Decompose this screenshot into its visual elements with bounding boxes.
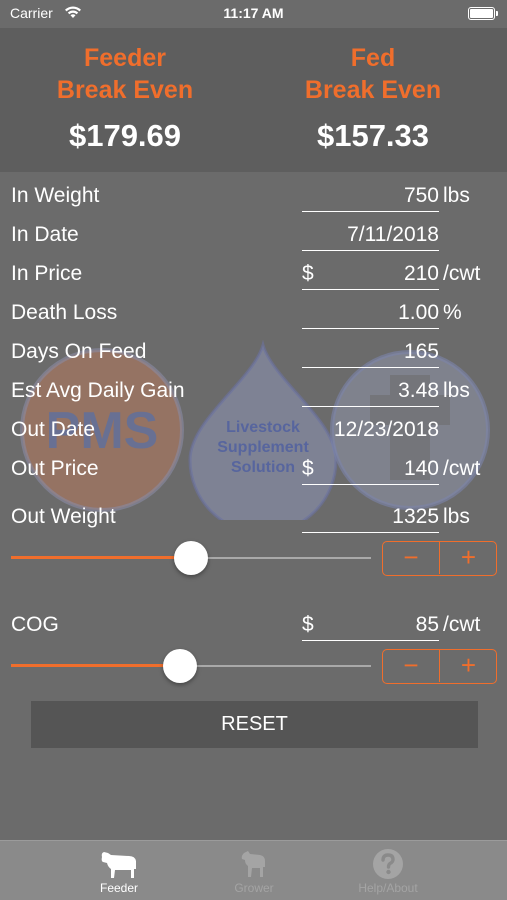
slider-fill: [11, 664, 180, 667]
slider-fill: [11, 556, 191, 559]
days-on-feed-label: Days On Feed: [11, 340, 147, 363]
out-weight-field[interactable]: 1325: [302, 505, 439, 533]
tab-bar: Feeder Grower Help/About: [0, 840, 507, 900]
in-price-value: 210: [403, 262, 439, 285]
in-date-value: 7/11/2018: [347, 223, 439, 246]
tab-feeder-label: Feeder: [99, 881, 139, 895]
death-loss-label: Death Loss: [11, 301, 118, 324]
clock: 11:17 AM: [223, 5, 284, 21]
tab-help-about-label: Help/About: [358, 881, 418, 895]
calf-icon: [241, 851, 265, 877]
question-icon: [373, 849, 403, 879]
out-price-currency: $: [302, 457, 314, 480]
cog-slider[interactable]: [11, 649, 371, 683]
est-adg-label: Est Avg Daily Gain: [11, 379, 185, 402]
out-weight-increment-button[interactable]: +: [440, 542, 497, 574]
death-loss-row: Death Loss 1.00 %: [0, 295, 507, 331]
in-price-row: In Price $ 210 /cwt: [0, 256, 507, 292]
days-on-feed-row: Days On Feed 165: [0, 334, 507, 370]
cog-row: COG $ 85 /cwt: [0, 607, 507, 643]
slider-thumb[interactable]: [174, 541, 208, 575]
out-weight-unit: lbs: [443, 505, 470, 528]
out-price-field[interactable]: $ 140: [302, 457, 439, 485]
fed-title-line1: Fed: [350, 44, 396, 72]
out-date-field[interactable]: 12/23/2018: [302, 418, 439, 446]
out-weight-stepper: − +: [382, 541, 497, 576]
out-weight-decrement-button[interactable]: −: [383, 542, 440, 574]
cog-value: 85: [415, 613, 439, 636]
cog-decrement-button[interactable]: −: [383, 650, 440, 682]
out-price-row: Out Price $ 140 /cwt: [0, 451, 507, 487]
est-adg-row: Est Avg Daily Gain 3.48 lbs: [0, 373, 507, 409]
est-adg-unit: lbs: [443, 379, 470, 402]
tab-feeder[interactable]: Feeder: [59, 847, 179, 895]
in-weight-unit: lbs: [443, 184, 470, 207]
in-weight-row: In Weight 750 lbs: [0, 178, 507, 214]
out-price-unit: /cwt: [443, 457, 481, 480]
cog-currency: $: [302, 613, 314, 636]
in-date-row: In Date 7/11/2018: [0, 217, 507, 253]
out-price-label: Out Price: [11, 457, 99, 480]
cog-label: COG: [11, 613, 59, 636]
tab-help-about[interactable]: Help/About: [328, 847, 448, 895]
out-date-label: Out Date: [11, 418, 96, 441]
death-loss-value: 1.00: [398, 301, 439, 324]
in-price-label: In Price: [11, 262, 83, 285]
fed-title-line2: Break Even: [304, 76, 442, 104]
in-weight-value: 750: [403, 184, 439, 207]
feeder-break-even-value: $179.69: [68, 118, 182, 153]
battery-icon: [468, 7, 498, 20]
out-weight-row: Out Weight 1325 lbs: [0, 499, 507, 535]
in-price-currency: $: [302, 262, 314, 285]
out-date-row: Out Date 12/23/2018: [0, 412, 507, 448]
slider-thumb[interactable]: [163, 649, 197, 683]
in-date-field[interactable]: 7/11/2018: [302, 223, 439, 251]
cog-increment-button[interactable]: +: [440, 650, 497, 682]
cow-icon: [101, 852, 136, 878]
out-weight-slider[interactable]: [11, 541, 371, 575]
in-weight-field[interactable]: 750: [302, 184, 439, 212]
in-weight-label: In Weight: [11, 184, 100, 207]
out-weight-value: 1325: [392, 505, 439, 528]
reset-button[interactable]: RESET: [31, 701, 478, 748]
out-price-value: 140: [403, 457, 439, 480]
feeder-title-line2: Break Even: [56, 76, 194, 104]
in-price-unit: /cwt: [443, 262, 481, 285]
in-price-field[interactable]: $ 210: [302, 262, 439, 290]
cog-field[interactable]: $ 85: [302, 613, 439, 641]
tab-grower-label: Grower: [234, 881, 274, 895]
fed-break-even-value: $157.33: [316, 118, 430, 153]
cog-unit: /cwt: [443, 613, 481, 636]
feeder-title-line1: Feeder: [84, 44, 166, 72]
tab-grower[interactable]: Grower: [194, 847, 314, 895]
fed-break-even: Fed Break Even $157.33: [248, 42, 498, 154]
est-adg-field[interactable]: 3.48: [302, 379, 439, 407]
in-date-label: In Date: [11, 223, 79, 246]
death-loss-unit: %: [443, 301, 462, 324]
out-date-value: 12/23/2018: [333, 418, 439, 441]
cog-stepper: − +: [382, 649, 497, 684]
death-loss-field[interactable]: 1.00: [302, 301, 439, 329]
est-adg-value: 3.48: [398, 379, 439, 402]
status-bar: Carrier 11:17 AM: [0, 0, 507, 28]
out-weight-label: Out Weight: [11, 505, 116, 528]
break-even-header: Feeder Break Even $179.69 Fed Break Even…: [0, 28, 507, 172]
feeder-break-even: Feeder Break Even $179.69: [0, 42, 250, 154]
days-on-feed-value: 165: [403, 340, 439, 363]
days-on-feed-field[interactable]: 165: [302, 340, 439, 368]
